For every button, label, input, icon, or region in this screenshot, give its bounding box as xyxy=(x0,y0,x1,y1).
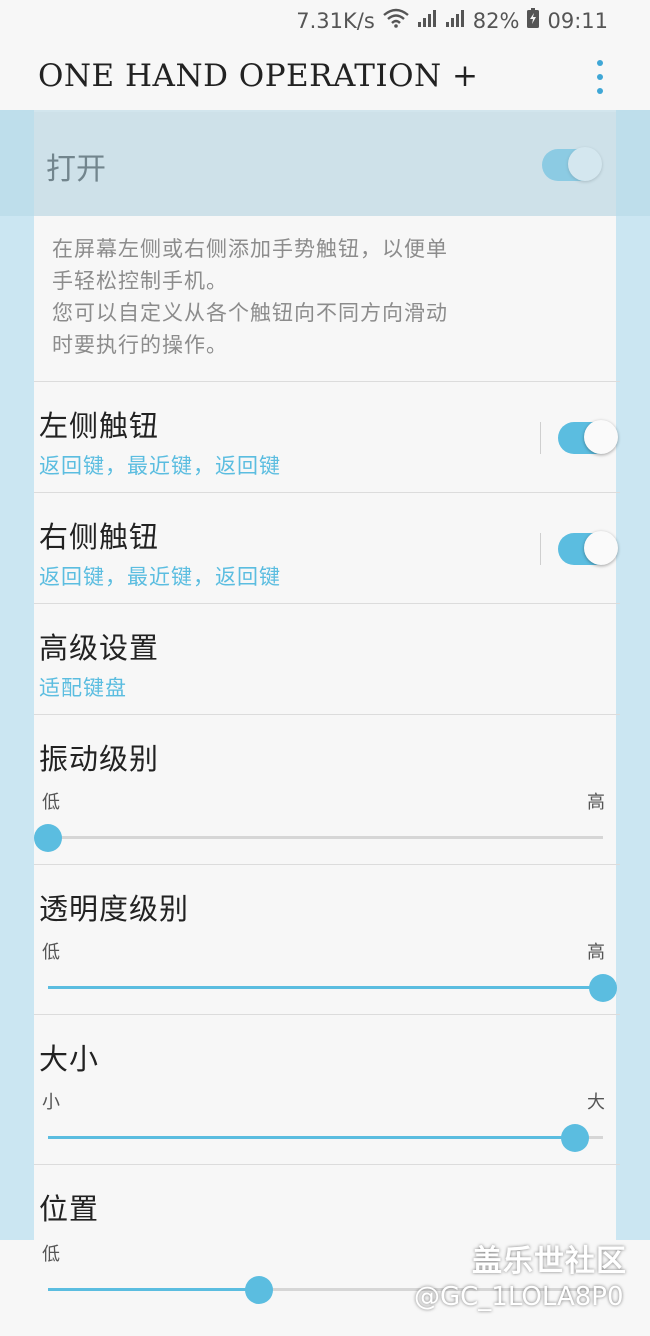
right-handle-actions: 返回键，最近键，返回键 xyxy=(39,565,281,589)
description-line: 在屏幕左侧或右侧添加手势触钮，以便单 xyxy=(52,237,448,261)
vibration-slider-thumb[interactable] xyxy=(34,824,62,852)
right-gesture-handle[interactable] xyxy=(616,110,650,1240)
description-line: 手轻松控制手机。 xyxy=(52,269,228,293)
position-title: 位置 xyxy=(39,1192,100,1226)
app-bar: ONE HAND OPERATION + xyxy=(0,40,650,112)
size-max-label: 大 xyxy=(587,1092,605,1113)
size-title: 大小 xyxy=(39,1042,100,1076)
battery-percent: 82% xyxy=(472,8,520,33)
transparency-slider-fill xyxy=(48,986,603,989)
advanced-settings-subtitle: 适配键盘 xyxy=(39,676,127,700)
right-handle-title: 右侧触钮 xyxy=(39,520,160,554)
divider xyxy=(34,864,620,865)
size-min-label: 小 xyxy=(42,1092,60,1113)
position-min-label: 低 xyxy=(42,1244,60,1265)
vibration-max-label: 高 xyxy=(587,792,605,813)
size-slider-fill xyxy=(48,1136,576,1139)
transparency-slider-thumb[interactable] xyxy=(589,974,617,1002)
position-slider-fill xyxy=(48,1288,259,1291)
vertical-separator xyxy=(540,422,541,454)
clock: 09:11 xyxy=(547,8,608,33)
watermark-handle: @GC_1LOLA8P0 xyxy=(414,1282,624,1312)
status-bar-right: 7.31K/s 82% 09:11 xyxy=(296,8,608,33)
handle-overlay xyxy=(0,110,650,216)
toggle-knob xyxy=(584,420,618,454)
signal-icon xyxy=(417,8,437,33)
size-slider-thumb[interactable] xyxy=(561,1124,590,1152)
battery-charging-icon xyxy=(527,8,540,33)
description-line: 您可以自定义从各个触钮向不同方向滑动 xyxy=(52,301,448,325)
divider xyxy=(34,714,620,715)
transparency-title: 透明度级别 xyxy=(39,892,190,926)
divider xyxy=(34,381,620,382)
divider xyxy=(34,1164,620,1165)
left-handle-actions: 返回键，最近键，返回键 xyxy=(39,454,281,478)
left-handle-toggle[interactable] xyxy=(558,420,618,454)
divider xyxy=(34,603,620,604)
divider xyxy=(34,1014,620,1015)
description: 在屏幕左侧或右侧添加手势触钮，以便单 手轻松控制手机。 您可以自定义从各个触钮向… xyxy=(52,233,552,361)
advanced-settings-title: 高级设置 xyxy=(39,631,160,665)
right-handle-toggle[interactable] xyxy=(558,531,618,565)
toggle-knob xyxy=(584,531,618,565)
vibration-min-label: 低 xyxy=(42,792,60,813)
left-handle-title: 左侧触钮 xyxy=(39,409,160,443)
vibration-title: 振动级别 xyxy=(39,742,160,776)
divider xyxy=(34,492,620,493)
transparency-max-label: 高 xyxy=(587,942,605,963)
status-bar: 7.31K/s 82% 09:11 xyxy=(0,0,650,40)
description-line: 时要执行的操作。 xyxy=(52,333,228,357)
position-slider-thumb[interactable] xyxy=(244,1276,273,1304)
watermark-title: 盖乐世社区 xyxy=(472,1244,627,1279)
page-title: ONE HAND OPERATION + xyxy=(38,58,479,94)
more-vert-icon[interactable] xyxy=(590,60,610,94)
4g-signal-icon xyxy=(445,8,465,33)
vertical-separator xyxy=(540,533,541,565)
wifi-icon xyxy=(383,8,409,33)
transparency-min-label: 低 xyxy=(42,942,60,963)
left-gesture-handle[interactable] xyxy=(0,110,34,1240)
vibration-slider-track[interactable] xyxy=(48,836,603,839)
network-speed: 7.31K/s xyxy=(296,8,375,33)
